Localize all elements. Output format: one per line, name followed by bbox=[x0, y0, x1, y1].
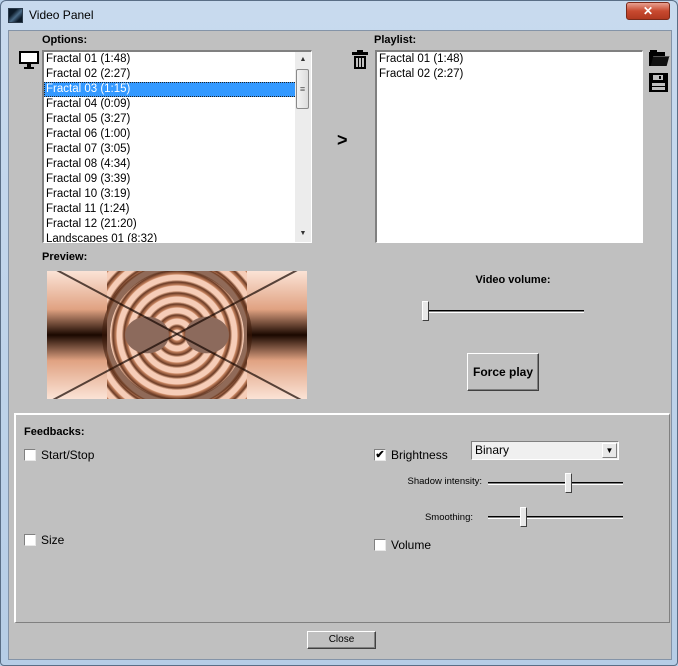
options-list-item[interactable]: Fractal 09 (3:39) bbox=[44, 172, 311, 187]
checkmark-icon[interactable]: ✔ bbox=[374, 449, 386, 461]
brightness-mode-select[interactable]: Binary ▼ bbox=[471, 441, 619, 460]
chevron-down-icon[interactable]: ▼ bbox=[602, 443, 617, 458]
options-list-item[interactable]: Fractal 11 (1:24) bbox=[44, 202, 311, 217]
window-title: Video Panel bbox=[29, 8, 94, 22]
size-label: Size bbox=[41, 533, 65, 547]
trash-icon[interactable] bbox=[352, 50, 368, 69]
folder-open-icon[interactable] bbox=[649, 50, 670, 66]
options-label: Options: bbox=[42, 34, 88, 46]
floppy-save-icon[interactable] bbox=[649, 73, 668, 92]
options-list-item[interactable]: Landscapes 01 (8:32) bbox=[44, 232, 311, 242]
size-checkbox[interactable]: Size bbox=[24, 533, 64, 547]
playlist-list-item[interactable]: Fractal 02 (2:27) bbox=[377, 67, 642, 82]
preview-image bbox=[47, 271, 307, 399]
playlist-items: Fractal 01 (1:48) Fractal 02 (2:27) bbox=[377, 52, 642, 82]
close-button[interactable]: Close bbox=[307, 631, 376, 649]
smoothing-slider[interactable] bbox=[488, 507, 623, 527]
options-list-item[interactable]: Fractal 02 (2:27) bbox=[44, 67, 311, 82]
slider-knob[interactable] bbox=[565, 473, 573, 493]
options-list-item[interactable]: Fractal 05 (3:27) bbox=[44, 112, 311, 127]
smoothing-label: Smoothing: bbox=[424, 512, 473, 523]
options-list-item[interactable]: Fractal 01 (1:48) bbox=[44, 52, 311, 67]
start-stop-label: Start/Stop bbox=[41, 448, 95, 462]
options-list-item[interactable]: Fractal 06 (1:00) bbox=[44, 127, 311, 142]
video-volume-label: Video volume: bbox=[475, 274, 551, 286]
slider-track bbox=[422, 310, 584, 313]
options-items: Fractal 01 (1:48) Fractal 02 (2:27) Fracta… bbox=[44, 52, 311, 242]
slider-knob[interactable] bbox=[422, 301, 429, 321]
options-list-item[interactable]: Fractal 04 (0:09) bbox=[44, 97, 311, 112]
options-list-item[interactable]: Fractal 03 (1:15) bbox=[44, 82, 311, 97]
options-list-item[interactable]: Fractal 07 (3:05) bbox=[44, 142, 311, 157]
volume-checkbox[interactable]: Volume bbox=[374, 538, 431, 552]
volume-label: Volume bbox=[391, 538, 432, 552]
force-play-button[interactable]: Force play bbox=[467, 353, 539, 391]
options-list-item[interactable]: Fractal 08 (4:34) bbox=[44, 157, 311, 172]
options-list-item[interactable]: Fractal 12 (21:20) bbox=[44, 217, 311, 232]
checkbox-box[interactable] bbox=[24, 534, 36, 546]
checkbox-box[interactable] bbox=[374, 539, 386, 551]
select-value: Binary bbox=[475, 443, 510, 457]
shadow-intensity-label: Shadow intensity: bbox=[407, 476, 482, 487]
preview-label: Preview: bbox=[42, 251, 88, 263]
playlist-list-item[interactable]: Fractal 01 (1:48) bbox=[377, 52, 642, 67]
slider-track bbox=[488, 482, 623, 485]
options-scrollbar[interactable]: ▲ ≡ ▼ bbox=[295, 52, 311, 242]
add-to-playlist-button[interactable]: > bbox=[337, 130, 348, 151]
start-stop-checkbox[interactable]: Start/Stop bbox=[24, 448, 94, 462]
feedbacks-label: Feedbacks: bbox=[24, 426, 85, 438]
slider-track bbox=[488, 516, 623, 519]
scroll-down-arrow-icon[interactable]: ▼ bbox=[295, 226, 311, 242]
scroll-up-arrow-icon[interactable]: ▲ bbox=[295, 52, 311, 68]
options-list-item[interactable]: Fractal 10 (3:19) bbox=[44, 187, 311, 202]
video-volume-slider[interactable] bbox=[422, 301, 584, 321]
scroll-thumb[interactable]: ≡ bbox=[296, 69, 309, 109]
brightness-label: Brightness bbox=[391, 448, 448, 462]
brightness-checkbox[interactable]: ✔ Brightness bbox=[374, 448, 448, 462]
window-close-button[interactable]: ✕ bbox=[626, 2, 670, 20]
client-area: Options: Fractal 01 (1:48) Fractal 02 (2:… bbox=[8, 30, 672, 660]
app-icon bbox=[8, 8, 23, 23]
playlist-label: Playlist: bbox=[374, 34, 417, 46]
playlist-list[interactable]: Fractal 01 (1:48) Fractal 02 (2:27) bbox=[375, 50, 643, 243]
title-bar[interactable]: Video Panel ✕ bbox=[1, 1, 677, 29]
video-panel-window: Video Panel ✕ Options: Fractal 01 (1:48)… bbox=[0, 0, 678, 666]
checkbox-box[interactable] bbox=[24, 449, 36, 461]
options-list[interactable]: Fractal 01 (1:48) Fractal 02 (2:27) Fracta… bbox=[42, 50, 312, 243]
slider-knob[interactable] bbox=[520, 507, 528, 527]
shadow-intensity-slider[interactable] bbox=[488, 473, 623, 493]
monitor-icon[interactable] bbox=[19, 51, 39, 69]
